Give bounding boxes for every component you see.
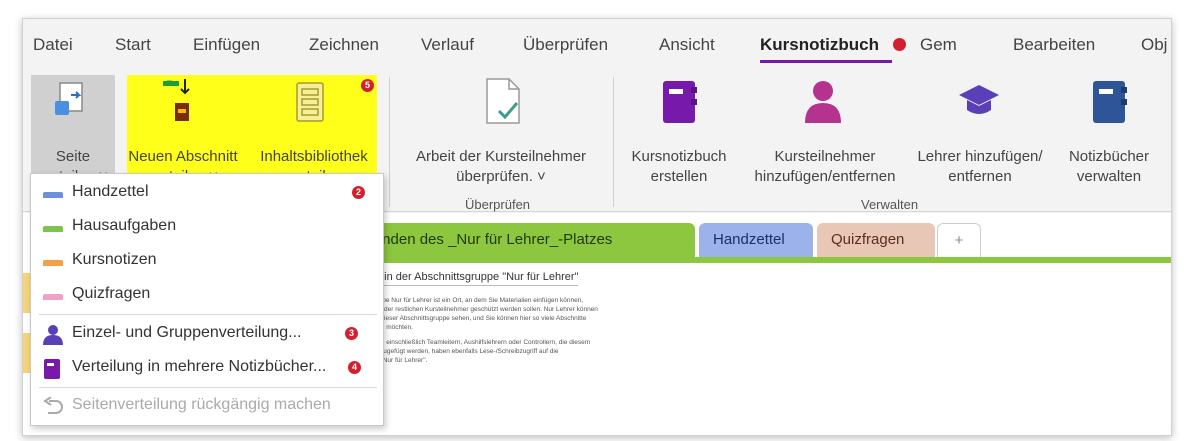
tab-start[interactable]: Start — [115, 35, 151, 55]
menu-bar: Datei Start Einfügen Zeichnen Verlauf Üb… — [23, 19, 1171, 67]
page-title: e in der Abschnittsgruppe "Nur für Lehre… — [375, 271, 579, 286]
page-text-line: n dieser Abschnittsgruppe sehen, und Sie… — [375, 315, 587, 322]
teacher-icon — [959, 85, 999, 114]
notification-badge — [893, 38, 906, 51]
review-document-icon — [486, 78, 520, 124]
section-color-icon — [43, 260, 63, 266]
section-tab-quizfragen[interactable]: Quizfragen — [817, 223, 935, 257]
notizbuecher-verwalten-button[interactable]: Notizbücher verwalten — [1053, 147, 1165, 187]
arbeit-ueberpruefen-button[interactable]: Arbeit der Kursteilnehmer überprüfen. ˅ — [399, 147, 603, 187]
dropdown-item-einzelverteilung[interactable]: Einzel- und Gruppenverteilung... 3 — [31, 317, 383, 351]
distribute-page-icon — [55, 82, 83, 115]
ribbon-separator — [389, 77, 390, 207]
section-tab-handzettel[interactable]: Handzettel — [699, 223, 813, 257]
kursteilnehmer-hinzufuegen-button[interactable]: Kursteilnehmer hinzufügen/entfernen — [739, 147, 911, 187]
group-label-verwalten: Verwalten — [861, 197, 919, 212]
tab-gem[interactable]: Gem — [920, 35, 957, 55]
badge-2: 2 — [352, 186, 365, 199]
tab-kursnotizbuch[interactable]: Kursnotizbuch — [760, 35, 879, 55]
section-color-icon — [43, 226, 63, 232]
badge-4: 4 — [348, 361, 361, 374]
active-tab-indicator — [760, 60, 892, 63]
page-text-line: uppe Nur für Lehrer ist ein Ort, an dem … — [375, 297, 584, 304]
manage-notebooks-icon — [1093, 81, 1127, 123]
dropdown-item-handzettel[interactable]: Handzettel 2 — [31, 176, 383, 210]
dropdown-item-quizfragen[interactable]: Quizfragen — [31, 278, 383, 312]
page-text-line: inzugefügt werden, haben ebenfalls Lese-… — [375, 348, 559, 355]
tab-bearbeiten[interactable]: Bearbeiten — [1013, 35, 1095, 55]
ribbon-separator — [613, 77, 614, 207]
group-label-ueberpruefen: Überprüfen — [465, 197, 531, 212]
tab-einfuegen[interactable]: Einfügen — [193, 35, 260, 55]
page-text-line: rer, einschließlich Teamleitern, Aushilf… — [375, 339, 591, 346]
distribute-section-icon — [163, 79, 190, 121]
add-section-button[interactable]: + — [937, 223, 981, 257]
section-tab-nur-fuer-lehrer[interactable]: wenden des _Nur für Lehrer_-Platzes — [349, 223, 695, 257]
section-color-icon — [43, 294, 63, 300]
page-text-line: en der restlichen Kursteilnehmer geschüt… — [375, 306, 598, 313]
student-icon — [805, 81, 841, 123]
dropdown-separator — [39, 387, 377, 388]
dropdown-item-kursnotizen[interactable]: Kursnotizen — [31, 244, 383, 278]
tab-verlauf[interactable]: Verlauf — [421, 35, 474, 55]
person-icon — [43, 325, 63, 345]
undo-icon — [43, 397, 63, 414]
section-color-icon — [43, 192, 63, 198]
distribute-page-dropdown: Handzettel 2 Hausaufgaben Kursnotizen Qu… — [30, 173, 384, 426]
kursnotizbuch-erstellen-button[interactable]: Kursnotizbuch erstellen — [619, 147, 739, 187]
class-notebook-icon — [663, 81, 697, 123]
dropdown-item-hausaufgaben[interactable]: Hausaufgaben — [31, 210, 383, 244]
tab-ueberpruefen[interactable]: Überprüfen — [523, 35, 608, 55]
dropdown-item-rueckgaengig: Seitenverteilung rückgängig machen — [31, 389, 383, 423]
badge-5: 5 — [361, 79, 374, 92]
content-library-icon — [296, 82, 324, 122]
tab-zeichnen[interactable]: Zeichnen — [309, 35, 379, 55]
dropdown-separator — [39, 314, 377, 315]
section-color-bar — [333, 257, 1171, 263]
tab-obj[interactable]: Obj — [1141, 35, 1167, 55]
lehrer-hinzufuegen-button[interactable]: Lehrer hinzufügen/ entfernen — [909, 147, 1051, 187]
tab-datei[interactable]: Datei — [33, 35, 73, 55]
badge-3: 3 — [345, 327, 358, 340]
tab-ansicht[interactable]: Ansicht — [659, 35, 715, 55]
notebook-icon — [44, 359, 60, 379]
dropdown-item-mehrere-notizbuecher[interactable]: Verteilung in mehrere Notizbücher... 4 — [31, 351, 383, 385]
